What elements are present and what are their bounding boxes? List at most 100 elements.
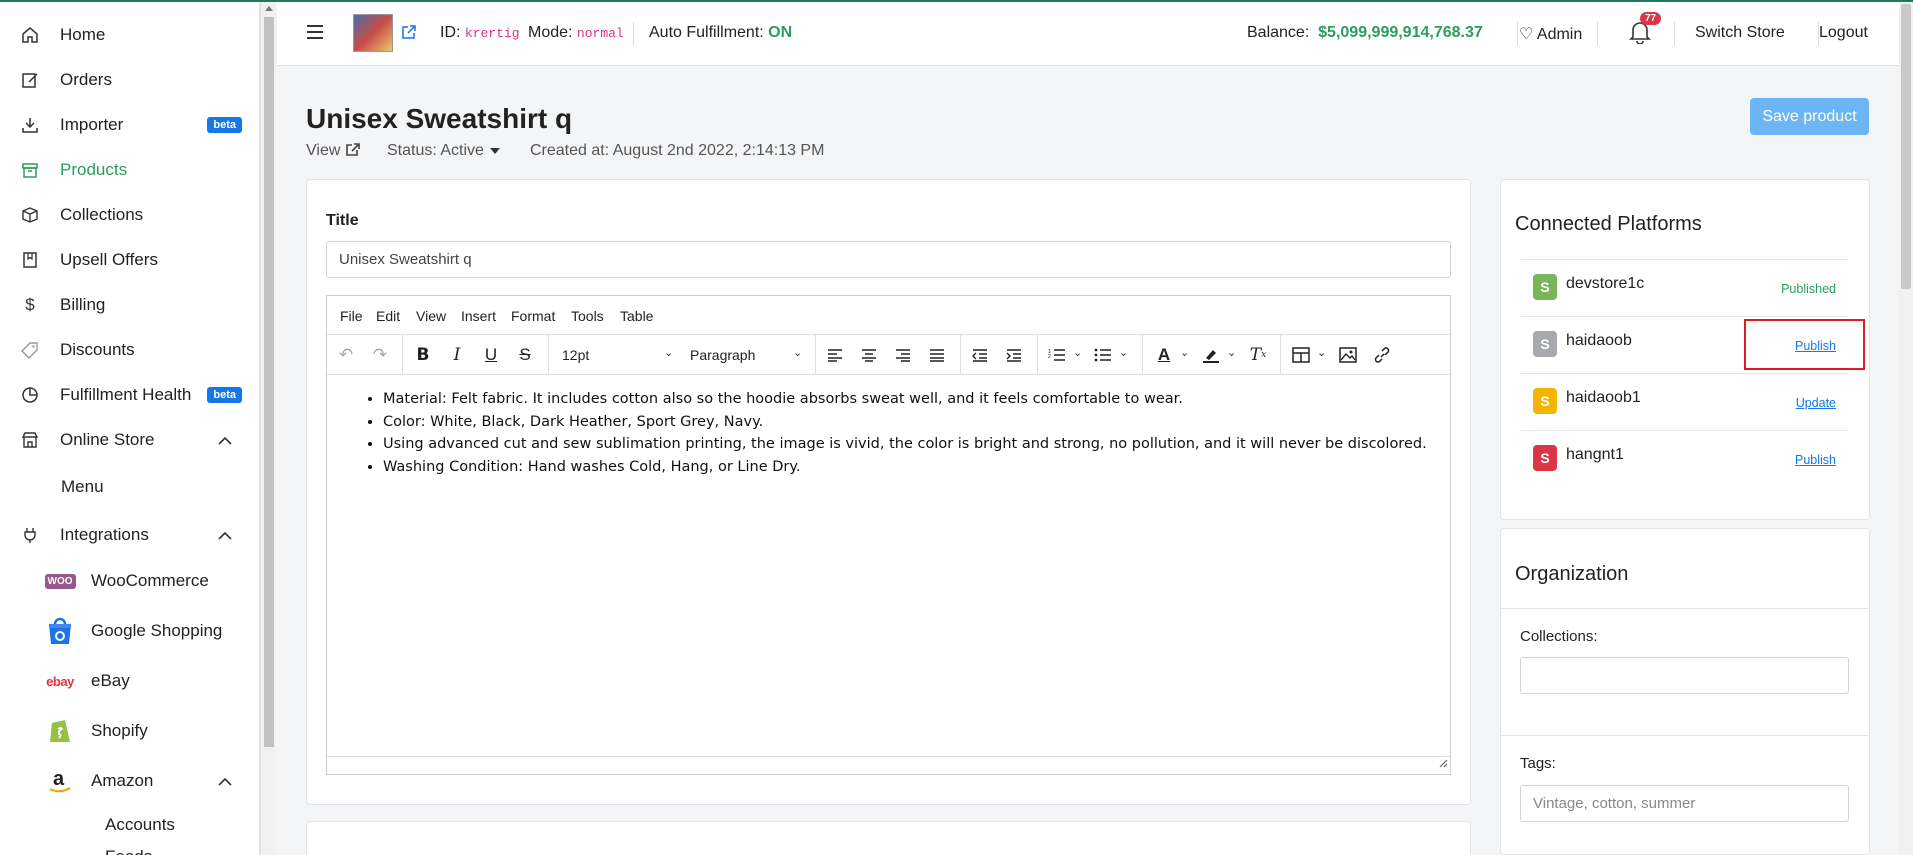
store-mode: Mode: normal: [528, 24, 624, 41]
highlight-icon[interactable]: [1200, 344, 1222, 366]
scroll-up-arrow-icon[interactable]: [265, 6, 273, 11]
sidebar-item-orders[interactable]: Orders: [0, 62, 259, 98]
created-at: Created at: August 2nd 2022, 2:14:13 PM: [530, 142, 825, 159]
collections-input[interactable]: [1520, 657, 1849, 694]
sidebar-item-collections[interactable]: Collections: [0, 197, 259, 233]
admin-link[interactable]: ♡ Admin: [1519, 24, 1582, 44]
menu-view[interactable]: View: [416, 308, 446, 324]
chevron-down-icon[interactable]: ⌄: [1317, 346, 1326, 359]
next-section-card: [306, 821, 1471, 855]
sidebar-item-menu[interactable]: Menu: [0, 469, 259, 505]
undo-icon[interactable]: ↶: [335, 344, 357, 366]
scrollbar-thumb[interactable]: [264, 17, 274, 747]
sidebar-item-ebay[interactable]: ebay eBay: [0, 661, 259, 701]
pie-chart-icon: [20, 385, 40, 405]
sidebar-item-label: Billing: [60, 295, 106, 314]
shopify-icon: [44, 716, 76, 746]
menu-insert[interactable]: Insert: [461, 308, 496, 324]
list-item: Washing Condition: Hand washes Cold, Han…: [383, 456, 1430, 479]
table-icon[interactable]: [1290, 344, 1312, 366]
bold-icon[interactable]: B: [412, 344, 434, 366]
external-link-icon[interactable]: [401, 24, 417, 45]
sidebar-item-amazon[interactable]: a Amazon: [0, 761, 259, 801]
sidebar-item-upsell-offers[interactable]: Upsell Offers: [0, 242, 259, 278]
sidebar-item-feeds[interactable]: Feeds: [0, 837, 259, 855]
status-dropdown[interactable]: Status: Active: [387, 142, 500, 160]
redo-icon[interactable]: ↷: [369, 344, 391, 366]
book-icon: [20, 250, 40, 270]
sidebar-item-home[interactable]: Home: [0, 17, 259, 53]
save-product-button[interactable]: Save product: [1750, 98, 1869, 135]
sidebar-item-label: Feeds: [105, 847, 152, 855]
tags-input[interactable]: Vintage, cotton, summer: [1520, 785, 1849, 822]
underline-icon[interactable]: U: [480, 344, 502, 366]
chevron-down-icon[interactable]: ⌄: [1073, 346, 1082, 359]
chevron-up-icon: [218, 771, 232, 791]
sidebar-item-discounts[interactable]: Discounts: [0, 332, 259, 368]
sidebar-item-label: Shopify: [91, 721, 148, 740]
chevron-down-icon[interactable]: ⌄: [1180, 346, 1189, 359]
sidebar-item-label: Amazon: [91, 771, 154, 790]
page-scrollbar[interactable]: [1899, 2, 1913, 855]
switch-store-link[interactable]: Switch Store: [1695, 24, 1785, 42]
image-icon[interactable]: [1337, 344, 1359, 366]
title-input[interactable]: Unisex Sweatshirt q: [326, 241, 1451, 278]
indent-icon[interactable]: [1003, 344, 1025, 366]
shopify-icon: S: [1533, 331, 1557, 357]
chevron-down-icon[interactable]: ⌄: [664, 346, 673, 359]
bullet-list-icon[interactable]: [1092, 344, 1114, 366]
chevron-down-icon[interactable]: ⌄: [1119, 346, 1128, 359]
publish-link[interactable]: Publish: [1795, 453, 1836, 467]
chevron-up-icon: [218, 525, 232, 545]
sidebar-item-label: Integrations: [60, 525, 149, 544]
sidebar-item-woocommerce[interactable]: WOO WooCommerce: [0, 561, 259, 601]
store-icon: [20, 430, 40, 450]
sidebar-item-online-store[interactable]: Online Store: [0, 422, 259, 458]
numbered-list-icon[interactable]: 12: [1046, 344, 1068, 366]
block-format-select[interactable]: Paragraph: [690, 347, 755, 363]
auto-fulfillment-status: Auto Fulfillment: ON: [649, 24, 793, 41]
organization-title: Organization: [1515, 563, 1629, 585]
view-link[interactable]: View: [306, 142, 361, 160]
update-link[interactable]: Update: [1796, 396, 1836, 410]
store-logo[interactable]: [353, 14, 393, 52]
strikethrough-icon[interactable]: S: [514, 344, 536, 366]
italic-icon[interactable]: I: [446, 344, 468, 366]
menu-edit[interactable]: Edit: [376, 308, 400, 324]
sidebar-item-products[interactable]: Products: [0, 152, 259, 188]
archive-icon: [20, 160, 40, 180]
menu-file[interactable]: File: [340, 308, 363, 324]
hamburger-menu-icon[interactable]: [307, 25, 323, 39]
ebay-icon: ebay: [46, 673, 74, 689]
font-size-select[interactable]: 12pt: [562, 347, 589, 363]
clear-formatting-icon[interactable]: Tx: [1247, 344, 1269, 366]
logout-link[interactable]: Logout: [1819, 24, 1868, 42]
sidebar-scrollbar[interactable]: [260, 2, 276, 855]
text-color-icon[interactable]: A: [1153, 344, 1175, 366]
chevron-down-icon[interactable]: ⌄: [793, 346, 802, 359]
chevron-down-icon[interactable]: ⌄: [1227, 346, 1236, 359]
sidebar-item-integrations[interactable]: Integrations: [0, 517, 259, 553]
sidebar-item-google-shopping[interactable]: Google Shopping: [0, 611, 259, 651]
align-justify-icon[interactable]: [926, 344, 948, 366]
platform-name: hangnt1: [1566, 446, 1624, 463]
sidebar-item-shopify[interactable]: Shopify: [0, 711, 259, 751]
platform-row: S haidaoob1 Update: [1521, 373, 1848, 430]
align-center-icon[interactable]: [858, 344, 880, 366]
editor-content-area[interactable]: Material: Felt fabric. It includes cotto…: [327, 376, 1450, 754]
sidebar-item-importer[interactable]: Importer beta: [0, 107, 259, 143]
menu-table[interactable]: Table: [620, 308, 653, 324]
align-left-icon[interactable]: [824, 344, 846, 366]
outdent-icon[interactable]: [969, 344, 991, 366]
tags-label: Tags:: [1520, 755, 1556, 772]
align-right-icon[interactable]: [892, 344, 914, 366]
menu-tools[interactable]: Tools: [571, 308, 604, 324]
sidebar-item-fulfillment-health[interactable]: Fulfillment Health beta: [0, 377, 259, 413]
sidebar-item-billing[interactable]: $ Billing: [0, 287, 259, 323]
scrollbar-thumb[interactable]: [1901, 4, 1911, 289]
menu-format[interactable]: Format: [511, 308, 555, 324]
resize-handle-icon[interactable]: [1438, 755, 1448, 773]
title-label: Title: [326, 212, 359, 229]
link-icon[interactable]: [1371, 344, 1393, 366]
sidebar-item-label: eBay: [91, 671, 130, 690]
